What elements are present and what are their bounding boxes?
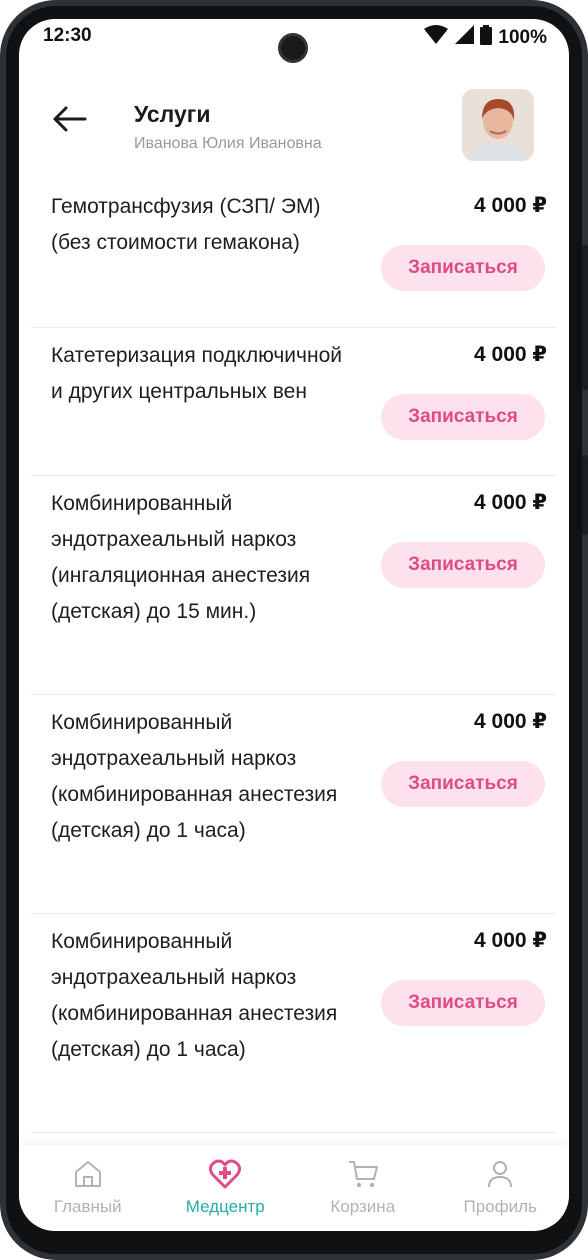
volume-button — [582, 245, 588, 390]
services-list: Гемотрансфузия (СЗП/ ЭМ) (без стоимости … — [19, 179, 569, 1133]
medical-heart-icon — [208, 1157, 242, 1191]
nav-item-cart[interactable]: Корзина — [294, 1145, 432, 1231]
book-button[interactable]: Записаться — [381, 980, 545, 1026]
service-name: Комбинированный эндотрахеальный наркоз (… — [51, 711, 338, 842]
service-item: Гемотрансфузия (СЗП/ ЭМ) (без стоимости … — [31, 179, 557, 328]
nav-item-home[interactable]: Главный — [19, 1145, 157, 1231]
service-name: Гемотрансфузия (СЗП/ ЭМ) (без стоимости … — [51, 195, 321, 254]
service-price: 4 000 ₽ — [474, 491, 547, 514]
page-header: Услуги Иванова Юлия Ивановна — [19, 67, 569, 167]
service-item: Комбинированный эндотрахеальный наркоз (… — [31, 476, 557, 695]
arrow-left-icon — [53, 106, 87, 132]
home-icon — [71, 1157, 105, 1191]
signal-icon — [454, 25, 475, 50]
back-button[interactable] — [51, 105, 87, 133]
service-price: 4 000 ₽ — [474, 343, 547, 366]
battery-percent: 100% — [498, 26, 547, 48]
profile-icon — [483, 1157, 517, 1191]
service-name: Комбинированный эндотрахеальный наркоз (… — [51, 492, 311, 623]
service-name: Комбинированный эндотрахеальный наркоз (… — [51, 930, 338, 1061]
wifi-icon — [424, 25, 449, 50]
nav-label: Профиль — [463, 1197, 537, 1216]
service-price: 4 000 ₽ — [474, 710, 547, 733]
avatar[interactable] — [462, 89, 534, 161]
service-item: Комбинированный эндотрахеальный наркоз (… — [31, 695, 557, 914]
power-button — [582, 455, 588, 535]
status-icons: 100% — [424, 25, 547, 50]
nav-label: Главный — [53, 1197, 122, 1216]
bottom-navigation: Главный Медцентр Корзина Профиль — [19, 1145, 569, 1231]
book-button[interactable]: Записаться — [381, 542, 545, 588]
nav-item-medcenter[interactable]: Медцентр — [157, 1145, 295, 1231]
service-item: Комбинированный эндотрахеальный наркоз (… — [31, 914, 557, 1133]
screen: 12:30 100% Услуги Иванова Юлия Ивановна … — [19, 19, 569, 1231]
nav-label: Медцентр — [185, 1197, 265, 1216]
doctor-name: Иванова Юлия Ивановна — [134, 135, 322, 152]
service-item: Катетеризация подключичной и других цент… — [31, 328, 557, 476]
book-button[interactable]: Записаться — [381, 245, 545, 291]
service-price: 4 000 ₽ — [474, 194, 547, 217]
service-name: Катетеризация подключичной и других цент… — [51, 344, 342, 403]
book-button[interactable]: Записаться — [381, 394, 545, 440]
service-price: 4 000 ₽ — [474, 929, 547, 952]
status-bar: 12:30 100% — [19, 19, 569, 63]
phone-frame: 12:30 100% Услуги Иванова Юлия Ивановна … — [0, 0, 588, 1260]
front-camera — [278, 33, 308, 63]
cart-icon — [346, 1157, 380, 1191]
nav-label: Корзина — [330, 1197, 396, 1216]
status-time: 12:30 — [43, 25, 92, 46]
nav-item-profile[interactable]: Профиль — [432, 1145, 570, 1231]
book-button[interactable]: Записаться — [381, 761, 545, 807]
battery-icon — [480, 25, 493, 50]
page-title: Услуги — [134, 101, 211, 127]
